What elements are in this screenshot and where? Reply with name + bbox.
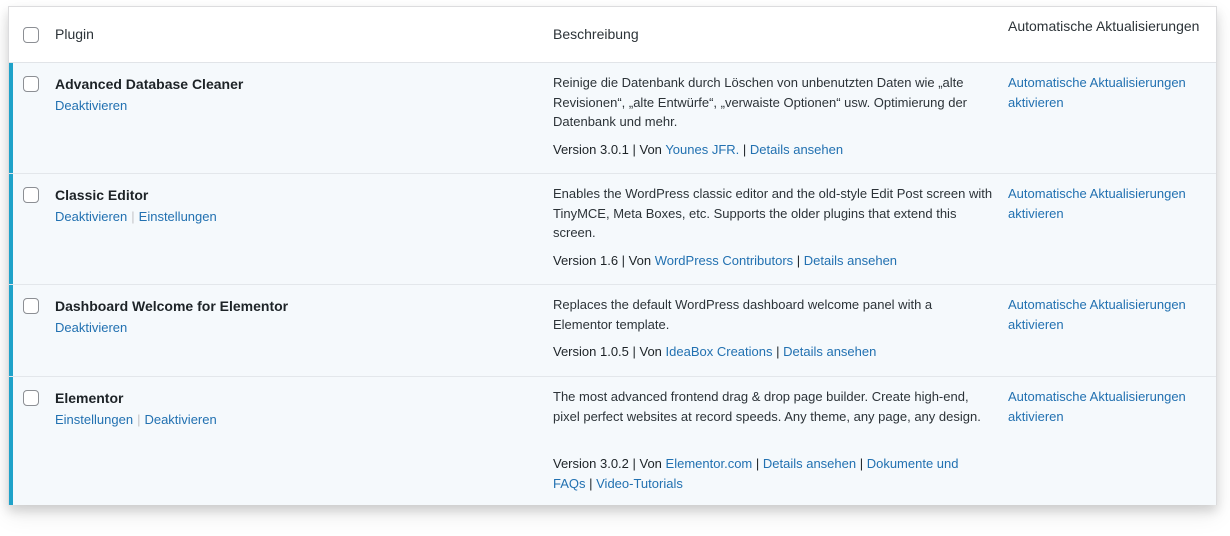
row-actions: Deaktivieren | Einstellungen bbox=[55, 209, 217, 224]
row-actions: Einstellungen | Deaktivieren bbox=[55, 412, 217, 427]
deactivate-link[interactable]: Deaktivieren bbox=[55, 98, 127, 113]
by-label: Von bbox=[639, 142, 662, 157]
plugin-row: Classic Editor Deaktivieren | Einstellunge… bbox=[9, 174, 1216, 285]
plugins-table: Plugin Beschreibung Automatische Aktuali… bbox=[8, 6, 1217, 505]
plugin-meta: Version 1.6 | Von WordPress Contributors… bbox=[553, 253, 898, 268]
plugin-meta: Version 3.0.2 | Von Elementor.com | Deta… bbox=[553, 456, 959, 491]
plugin-version: Version 1.0.5 bbox=[553, 344, 629, 359]
plugin-name: Classic Editor bbox=[55, 187, 149, 203]
row-checkbox[interactable] bbox=[23, 187, 39, 203]
header-plugin[interactable]: Plugin bbox=[55, 26, 94, 42]
plugin-row: Elementor Einstellungen | Deaktivieren The… bbox=[9, 377, 1216, 505]
settings-link[interactable]: Einstellungen bbox=[55, 412, 133, 427]
header-auto-updates: Automatische Aktualisierungen bbox=[1008, 18, 1200, 34]
row-actions: Deaktivieren bbox=[55, 98, 127, 113]
plugin-row: Dashboard Welcome for Elementor Deaktivi… bbox=[9, 285, 1216, 377]
row-checkbox[interactable] bbox=[23, 390, 39, 406]
details-link[interactable]: Details ansehen bbox=[783, 344, 876, 359]
plugin-version: Version 1.6 bbox=[553, 253, 619, 268]
action-separator: | bbox=[137, 412, 141, 427]
deactivate-link[interactable]: Deaktivieren bbox=[144, 412, 216, 427]
author-link[interactable]: IdeaBox Creations bbox=[666, 344, 773, 359]
details-link[interactable]: Details ansehen bbox=[763, 456, 856, 471]
plugin-description: Reinige die Datenbank durch Löschen von … bbox=[553, 75, 968, 129]
select-all-checkbox[interactable] bbox=[23, 27, 39, 43]
author-link[interactable]: WordPress Contributors bbox=[655, 253, 793, 268]
auto-update-link[interactable]: Automatische Aktualisierungen aktivieren bbox=[1008, 387, 1208, 426]
plugin-name: Dashboard Welcome for Elementor bbox=[55, 298, 289, 314]
plugin-version: Version 3.0.1 bbox=[553, 142, 629, 157]
plugin-meta: Version 1.0.5 | Von IdeaBox Creations | … bbox=[553, 344, 877, 359]
plugin-meta: Version 3.0.1 | Von Younes JFR. | Detail… bbox=[553, 142, 844, 157]
action-separator: | bbox=[131, 209, 135, 224]
video-tutorials-link[interactable]: Video-Tutorials bbox=[596, 476, 683, 491]
details-link[interactable]: Details ansehen bbox=[750, 142, 843, 157]
header-description: Beschreibung bbox=[553, 26, 639, 42]
plugin-description: The most advanced frontend drag & drop p… bbox=[553, 389, 981, 424]
deactivate-link[interactable]: Deaktivieren bbox=[55, 209, 127, 224]
by-label: Von bbox=[628, 253, 652, 268]
plugin-row: Advanced Database Cleaner Deaktivieren R… bbox=[9, 63, 1216, 174]
plugin-version: Version 3.0.2 bbox=[553, 456, 629, 471]
row-actions: Deaktivieren bbox=[55, 320, 127, 335]
plugin-description: Replaces the default WordPress dashboard… bbox=[553, 297, 933, 332]
author-link[interactable]: Younes JFR. bbox=[665, 142, 739, 157]
by-label: Von bbox=[639, 344, 662, 359]
details-link[interactable]: Details ansehen bbox=[804, 253, 897, 268]
auto-update-link[interactable]: Automatische Aktualisierungen aktivieren bbox=[1008, 184, 1208, 223]
author-link[interactable]: Elementor.com bbox=[666, 456, 753, 471]
auto-update-link[interactable]: Automatische Aktualisierungen aktivieren bbox=[1008, 73, 1208, 112]
auto-update-link[interactable]: Automatische Aktualisierungen aktivieren bbox=[1008, 295, 1208, 334]
row-checkbox[interactable] bbox=[23, 298, 39, 314]
table-header: Plugin Beschreibung Automatische Aktuali… bbox=[9, 7, 1216, 63]
plugin-name: Elementor bbox=[55, 390, 124, 406]
plugin-description: Enables the WordPress classic editor and… bbox=[553, 186, 993, 240]
deactivate-link[interactable]: Deaktivieren bbox=[55, 320, 127, 335]
by-label: Von bbox=[639, 456, 662, 471]
row-checkbox[interactable] bbox=[23, 76, 39, 92]
settings-link[interactable]: Einstellungen bbox=[139, 209, 217, 224]
plugin-name: Advanced Database Cleaner bbox=[55, 76, 244, 92]
